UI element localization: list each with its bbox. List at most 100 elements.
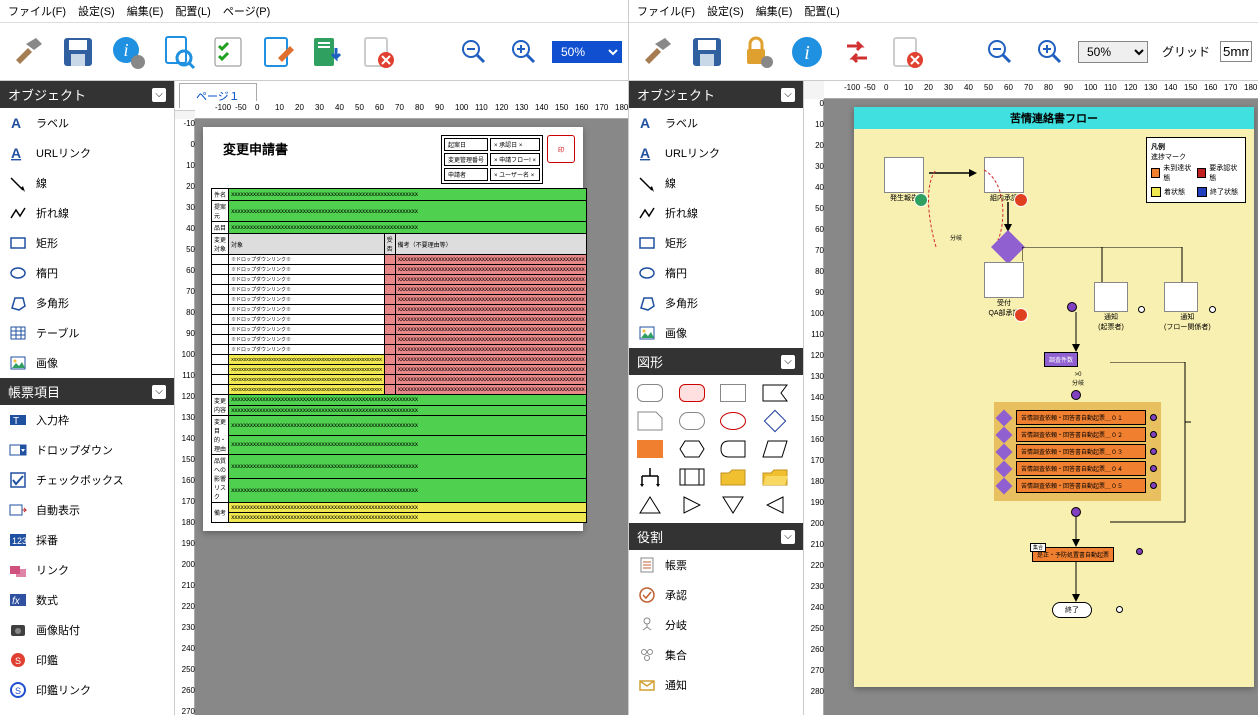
shape-roundrect[interactable] bbox=[635, 381, 665, 405]
flow-start[interactable]: 発生報告 bbox=[884, 157, 924, 203]
sidebar-item[interactable]: 画像 bbox=[0, 348, 174, 378]
canvas-right[interactable]: -100-50010203040506070809010011012013014… bbox=[804, 81, 1258, 715]
sidebar-item[interactable]: リンク bbox=[0, 555, 174, 585]
sidebar-item[interactable]: 楕円 bbox=[629, 258, 803, 288]
doc-download-icon[interactable] bbox=[306, 30, 350, 74]
shape-roundrect-red[interactable] bbox=[677, 381, 707, 405]
menu-layout[interactable]: 配置(L) bbox=[804, 3, 839, 19]
shape-tri-left[interactable] bbox=[760, 493, 790, 517]
menu-file[interactable]: ファイル(F) bbox=[637, 3, 695, 19]
sidebar-item[interactable]: 矩形 bbox=[0, 228, 174, 258]
grid-input[interactable] bbox=[1220, 41, 1252, 62]
doc-delete-icon[interactable] bbox=[885, 30, 929, 74]
sidebar-item[interactable]: S印鑑 bbox=[0, 645, 174, 675]
sidebar-item[interactable]: 楕円 bbox=[0, 258, 174, 288]
panel-objects-header[interactable]: オブジェクト⌵ bbox=[0, 81, 174, 108]
flow-diamond[interactable] bbox=[996, 235, 1020, 259]
flow-approve2[interactable]: 受付 QA部承認 bbox=[984, 262, 1024, 318]
flow-branch-bar[interactable]: 調査件数 bbox=[1044, 352, 1078, 367]
shape-diamond[interactable] bbox=[760, 409, 790, 433]
doc-search-icon[interactable] bbox=[156, 30, 200, 74]
sidebar-item[interactable]: 123採番 bbox=[0, 525, 174, 555]
shape-display[interactable] bbox=[718, 437, 748, 461]
panel-roles-header[interactable]: 役割⌵ bbox=[629, 523, 803, 550]
item-label: 集合 bbox=[665, 647, 687, 663]
info-gear-icon[interactable]: i bbox=[106, 30, 150, 74]
sidebar-item[interactable]: 集合 bbox=[629, 640, 803, 670]
checklist-icon[interactable] bbox=[206, 30, 250, 74]
doc-delete-icon[interactable] bbox=[356, 30, 400, 74]
info-icon[interactable]: i bbox=[785, 30, 829, 74]
sidebar-item[interactable]: ドロップダウン bbox=[0, 435, 174, 465]
panel-formitems-header[interactable]: 帳票項目⌵ bbox=[0, 378, 174, 405]
shape-flag[interactable] bbox=[760, 381, 790, 405]
sidebar-item[interactable]: AURLリンク bbox=[0, 138, 174, 168]
sidebar-item[interactable]: 折れ線 bbox=[629, 198, 803, 228]
shape-fork[interactable] bbox=[635, 465, 665, 489]
sidebar-item[interactable]: 承認 bbox=[629, 580, 803, 610]
shape-tri-down[interactable] bbox=[718, 493, 748, 517]
shape-doc[interactable] bbox=[635, 409, 665, 433]
sidebar-item[interactable]: T入力枠 bbox=[0, 405, 174, 435]
shape-terminator[interactable] bbox=[677, 409, 707, 433]
menu-file[interactable]: ファイル(F) bbox=[8, 3, 66, 19]
zoom-in-icon[interactable] bbox=[502, 30, 546, 74]
menu-edit[interactable]: 編集(E) bbox=[127, 3, 164, 19]
hammer-icon[interactable] bbox=[6, 30, 50, 74]
menu-edit[interactable]: 編集(E) bbox=[756, 3, 793, 19]
shape-tri-right[interactable] bbox=[677, 493, 707, 517]
sidebar-item[interactable]: fx数式 bbox=[0, 585, 174, 615]
sidebar-item[interactable]: 通知 bbox=[629, 670, 803, 700]
sidebar-item[interactable]: 帳票 bbox=[629, 550, 803, 580]
menu-settings[interactable]: 設定(S) bbox=[78, 3, 115, 19]
sidebar-item[interactable]: AURLリンク bbox=[629, 138, 803, 168]
shape-hexagon[interactable] bbox=[677, 437, 707, 461]
menu-page[interactable]: ページ(P) bbox=[223, 3, 270, 19]
save-icon[interactable] bbox=[685, 30, 729, 74]
sidebar-item[interactable]: 線 bbox=[0, 168, 174, 198]
menu-settings[interactable]: 設定(S) bbox=[707, 3, 744, 19]
swap-icon[interactable] bbox=[835, 30, 879, 74]
item-icon: S bbox=[8, 650, 28, 670]
shape-predefined[interactable] bbox=[677, 465, 707, 489]
sidebar-item[interactable]: 多角形 bbox=[629, 288, 803, 318]
menu-layout[interactable]: 配置(L) bbox=[175, 3, 210, 19]
zoom-out-icon[interactable] bbox=[978, 30, 1022, 74]
form-page: 変更申請書 起案日× 承認日 × 変更管理番号× 申請フロー! × 申請者× ユ… bbox=[203, 127, 583, 531]
sidebar-item[interactable]: 分岐 bbox=[629, 610, 803, 640]
sidebar-item[interactable]: S印鑑リンク bbox=[0, 675, 174, 705]
sidebar-item[interactable]: 画像 bbox=[629, 318, 803, 348]
sidebar-item[interactable]: 多角形 bbox=[0, 288, 174, 318]
zoom-out-icon[interactable] bbox=[452, 30, 496, 74]
save-icon[interactable] bbox=[56, 30, 100, 74]
doc-edit-icon[interactable] bbox=[256, 30, 300, 74]
sidebar-item[interactable]: チェックボックス bbox=[0, 465, 174, 495]
shape-ellipse-red[interactable] bbox=[718, 409, 748, 433]
shape-folder[interactable] bbox=[718, 465, 748, 489]
sidebar-item[interactable]: 線 bbox=[629, 168, 803, 198]
zoom-select-right[interactable]: 50% bbox=[1078, 41, 1148, 63]
shape-parallelogram[interactable] bbox=[760, 437, 790, 461]
flow-notify2[interactable]: 通知 (フロー関係者) bbox=[1164, 282, 1211, 332]
flow-notify1[interactable]: 通知 (起票者) bbox=[1094, 282, 1128, 332]
zoom-in-icon[interactable] bbox=[1028, 30, 1072, 74]
shape-rect-plain[interactable] bbox=[718, 381, 748, 405]
sidebar-item[interactable]: 矩形 bbox=[629, 228, 803, 258]
lock-gear-icon[interactable] bbox=[735, 30, 779, 74]
sidebar-item[interactable]: Aラベル bbox=[629, 108, 803, 138]
hammer-icon[interactable] bbox=[635, 30, 679, 74]
canvas-left[interactable]: ページ１ -100-500102030405060708090100110120… bbox=[175, 81, 628, 715]
shape-folder-open[interactable] bbox=[760, 465, 790, 489]
shape-tri-up[interactable] bbox=[635, 493, 665, 517]
flow-approve1[interactable]: 組内承認 bbox=[984, 157, 1024, 203]
panel-objects-header[interactable]: オブジェクト⌵ bbox=[629, 81, 803, 108]
sidebar-item[interactable]: 折れ線 bbox=[0, 198, 174, 228]
shape-rect-orange[interactable] bbox=[635, 437, 665, 461]
panel-shapes-header[interactable]: 図形⌵ bbox=[629, 348, 803, 375]
zoom-select-left[interactable]: 50% bbox=[552, 41, 622, 63]
flow-end[interactable]: 終了 bbox=[1052, 602, 1092, 618]
sidebar-item[interactable]: Aラベル bbox=[0, 108, 174, 138]
sidebar-item[interactable]: 自動表示 bbox=[0, 495, 174, 525]
sidebar-item[interactable]: 画像貼付 bbox=[0, 615, 174, 645]
sidebar-item[interactable]: テーブル bbox=[0, 318, 174, 348]
